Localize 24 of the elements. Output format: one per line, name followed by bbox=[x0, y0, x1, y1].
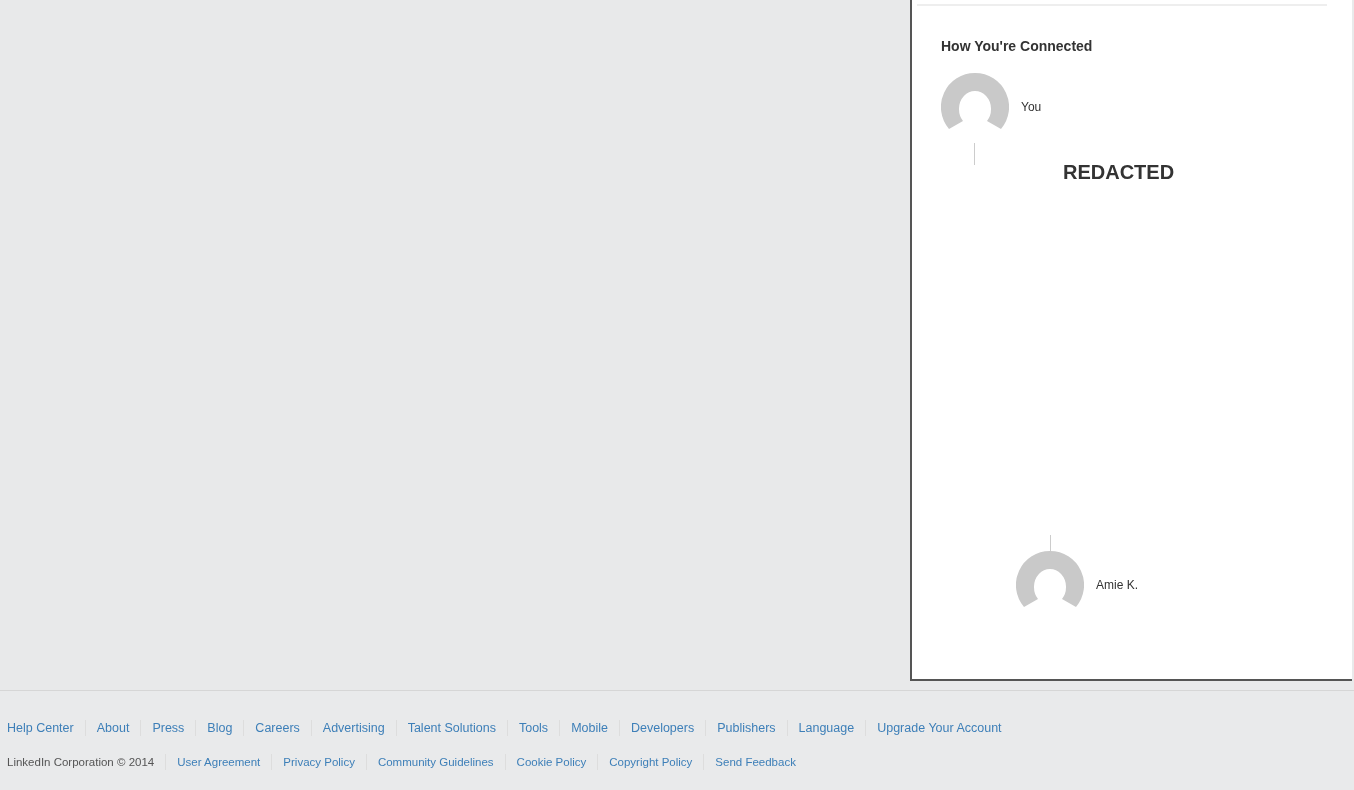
footer-link[interactable]: Blog bbox=[207, 719, 233, 738]
footer-link[interactable]: Mobile bbox=[571, 719, 608, 738]
footer-link[interactable]: Community Guidelines bbox=[377, 753, 494, 771]
person-name[interactable]: You bbox=[1021, 98, 1042, 116]
footer-link[interactable]: Language bbox=[798, 719, 855, 738]
footer-link[interactable]: Send Feedback bbox=[715, 753, 796, 771]
footer-link[interactable]: Press bbox=[152, 719, 185, 738]
card-title: How You're Connected bbox=[941, 37, 1093, 56]
footer-link[interactable]: Careers bbox=[255, 719, 300, 738]
footer-link[interactable]: Publishers bbox=[717, 719, 776, 738]
footer-link[interactable]: Developers bbox=[630, 719, 695, 738]
footer-link[interactable]: Help Center bbox=[7, 719, 74, 738]
footer-link[interactable]: Privacy Policy bbox=[283, 753, 355, 771]
footer-link[interactable]: Cookie Policy bbox=[516, 753, 587, 771]
footer-link[interactable]: Advertising bbox=[322, 719, 385, 738]
redacted-label: REDACTED bbox=[1063, 160, 1175, 185]
copyright-text: LinkedIn Corporation © 2014 bbox=[7, 754, 155, 770]
footer-link[interactable]: About bbox=[96, 719, 130, 738]
footer-link[interactable]: Upgrade Your Account bbox=[877, 719, 1002, 738]
person-name[interactable]: Amie K. bbox=[1096, 576, 1138, 594]
footer-link[interactable]: Copyright Policy bbox=[609, 753, 693, 771]
footer-link[interactable]: Talent Solutions bbox=[407, 719, 496, 738]
footer-link[interactable]: User Agreement bbox=[177, 753, 261, 771]
footer-link[interactable]: Tools bbox=[518, 719, 549, 738]
